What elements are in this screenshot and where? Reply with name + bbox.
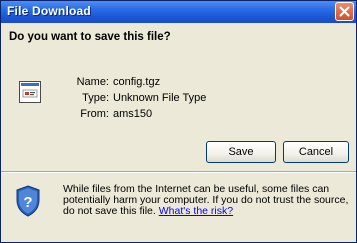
- file-icon: [19, 81, 41, 103]
- divider: [1, 171, 356, 173]
- file-info: Name: config.tgz Type: Unknown File Type…: [73, 74, 207, 122]
- dialog-body: Do you want to save this file? Name: con…: [1, 23, 356, 242]
- from-label: From:: [80, 108, 109, 120]
- type-value: Unknown File Type: [113, 92, 207, 104]
- svg-text:?: ?: [23, 194, 32, 211]
- cancel-button[interactable]: Cancel: [283, 141, 349, 163]
- shield-icon: ?: [16, 185, 40, 217]
- close-icon: [339, 6, 350, 17]
- question-text: Do you want to save this file?: [9, 31, 171, 43]
- from-value: ams150: [113, 108, 153, 120]
- file-download-dialog: File Download Do you want to save this f…: [0, 0, 357, 243]
- save-button[interactable]: Save: [206, 141, 276, 163]
- from-row: From: ams150: [73, 106, 206, 122]
- name-row: Name: config.tgz: [73, 74, 206, 90]
- name-label: Name:: [76, 76, 109, 88]
- whats-the-risk-link[interactable]: What's the risk?: [159, 205, 233, 217]
- title-bar[interactable]: File Download: [1, 1, 356, 23]
- warning-message: While files from the Internet can be use…: [63, 184, 349, 217]
- window-title: File Download: [7, 4, 91, 18]
- type-label: Type:: [82, 92, 109, 104]
- close-button[interactable]: [335, 2, 354, 21]
- name-value: config.tgz: [113, 76, 161, 88]
- type-row: Type: Unknown File Type: [73, 90, 206, 106]
